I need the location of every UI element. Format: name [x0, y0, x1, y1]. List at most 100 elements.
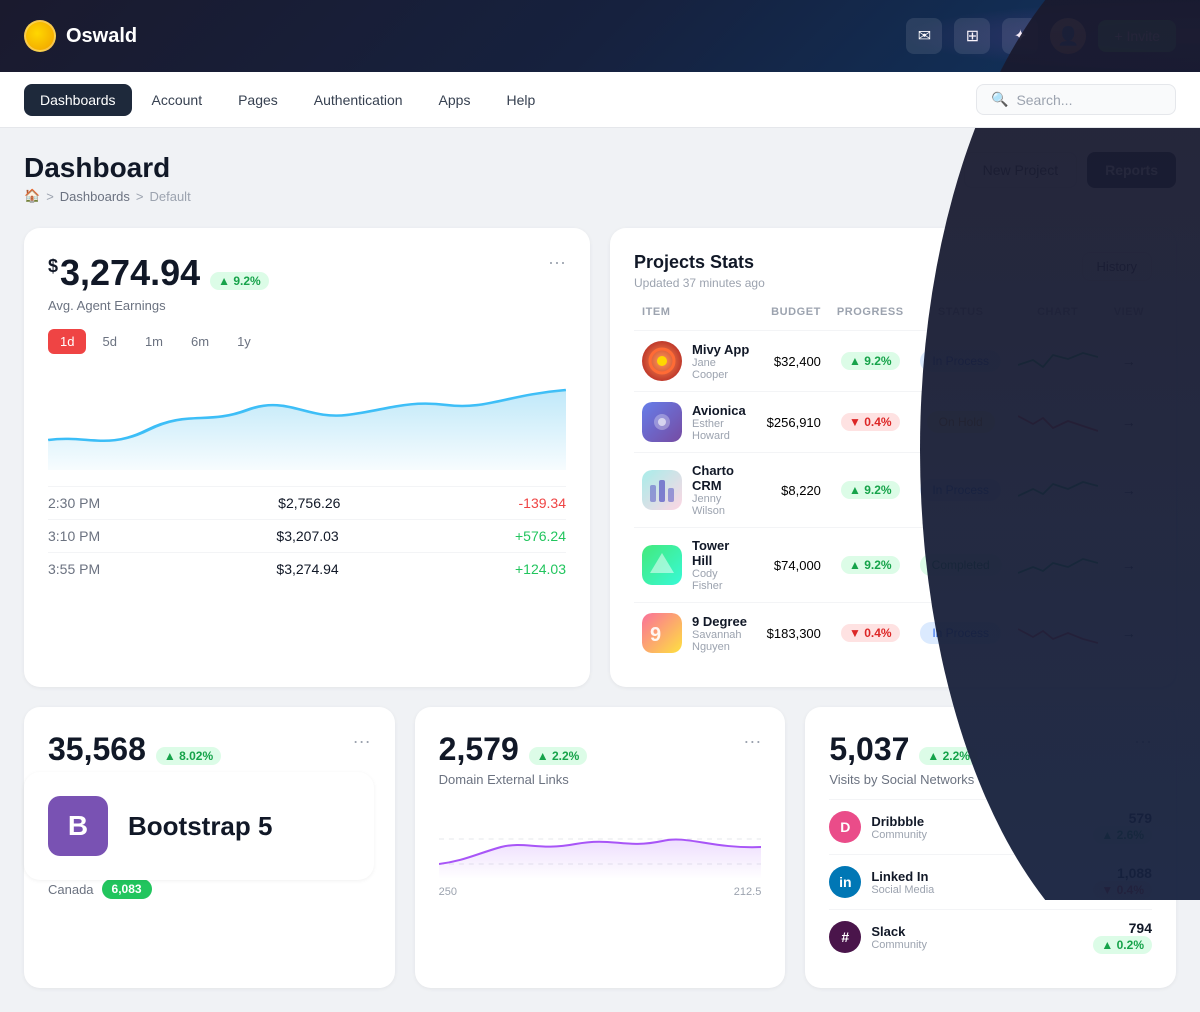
earnings-amount-2: $3,207.03 — [276, 528, 338, 544]
organic-menu[interactable]: ··· — [353, 731, 371, 752]
topbar-icon-grid[interactable]: ⊞ — [954, 18, 990, 54]
earnings-badge: ▲ 9.2% — [210, 272, 269, 290]
project-info-mivy: Mivy App Jane Cooper — [692, 342, 751, 381]
earnings-row-1: 2:30 PM $2,756.26 -139.34 — [48, 486, 566, 519]
dribbble-info: Dribbble Community — [871, 814, 1093, 841]
projects-card: Projects Stats Updated 37 minutes ago Hi… — [610, 228, 1176, 687]
social-badge: ▲ 2.2% — [919, 747, 978, 765]
earnings-table: 2:30 PM $2,756.26 -139.34 3:10 PM $3,207… — [48, 486, 566, 585]
social-number: 5,037 — [829, 731, 909, 768]
slack-count: 794 — [1093, 920, 1152, 936]
project-view-mivy[interactable]: → — [1106, 331, 1152, 392]
new-project-button[interactable]: New Project — [964, 152, 1077, 188]
bootstrap-letter: B — [68, 810, 88, 842]
project-status-charto: In Process — [912, 453, 1010, 528]
time-btn-1d[interactable]: 1d — [48, 329, 86, 354]
linkedin-badge: ▼ 0.4% — [1093, 881, 1152, 899]
domain-info: 2,579 ▲ 2.2% Domain External Links — [439, 731, 588, 787]
bootstrap-card: B Bootstrap 5 — [24, 772, 374, 880]
project-person-charto: Jenny Wilson — [692, 493, 751, 517]
projects-table-head: ITEM BUDGET PROGRESS STATUS CHART VIEW — [634, 306, 1152, 331]
social-info: 5,037 ▲ 2.2% Visits by Social Networks — [829, 731, 978, 787]
earnings-label: Avg. Agent Earnings — [48, 298, 269, 313]
topbar: Oswald ✉ ⊞ ✦ 👤 + Invite — [0, 0, 1200, 72]
project-view-tower[interactable]: → — [1106, 528, 1152, 603]
page-actions: New Project Reports — [964, 152, 1176, 188]
project-view-charto[interactable]: → — [1106, 453, 1152, 528]
earnings-menu[interactable]: ··· — [548, 252, 566, 273]
projects-table-header-row: ITEM BUDGET PROGRESS STATUS CHART VIEW — [634, 306, 1152, 331]
project-status-tower: Completed — [912, 528, 1010, 603]
project-info-charto: Charto CRM Jenny Wilson — [692, 463, 751, 517]
nav-item-pages[interactable]: Pages — [222, 84, 294, 116]
project-progress-charto: ▲ 9.2% — [829, 453, 912, 528]
nav-item-dashboards[interactable]: Dashboards — [24, 84, 132, 116]
chart-label-2125: 212.5 — [734, 886, 762, 898]
project-budget-charto: $8,220 — [759, 453, 829, 528]
project-budget-tower: $74,000 — [759, 528, 829, 603]
page-header: Dashboard 🏠 > Dashboards > Default New P… — [24, 152, 1176, 204]
project-chart-tower — [1010, 528, 1106, 603]
project-icon-9degree: 9 — [642, 613, 682, 653]
project-budget-mivy: $32,400 — [759, 331, 829, 392]
projects-title: Projects Stats — [634, 252, 765, 273]
dribbble-name: Dribbble — [871, 814, 1093, 829]
svg-text:9: 9 — [650, 624, 661, 646]
domain-menu[interactable]: ··· — [743, 731, 761, 752]
history-button[interactable]: History — [1082, 252, 1152, 281]
invite-button[interactable]: + Invite — [1098, 20, 1176, 52]
reports-button[interactable]: Reports — [1087, 152, 1176, 188]
linkedin-stats: 1,088 ▼ 0.4% — [1093, 865, 1152, 899]
slack-badge: ▲ 0.2% — [1093, 936, 1152, 954]
domain-links-card: 2,579 ▲ 2.2% Domain External Links ··· — [415, 707, 786, 988]
project-icon-tower — [642, 545, 682, 585]
topbar-icon-messages[interactable]: ✉ — [906, 18, 942, 54]
nav-item-apps[interactable]: Apps — [423, 84, 487, 116]
project-row-mivy: Mivy App Jane Cooper $32,400 ▲ 9.2% In P… — [634, 331, 1152, 392]
project-progress-tower: ▲ 9.2% — [829, 528, 912, 603]
project-icon-mivy — [642, 341, 682, 381]
project-row-9degree: 9 9 Degree Savannah Nguyen $183,300 ▼ 0.… — [634, 603, 1152, 664]
project-name-charto: Charto CRM — [692, 463, 751, 493]
linkedin-name: Linked In — [871, 869, 1093, 884]
project-item-tower: Tower Hill Cody Fisher — [634, 528, 759, 603]
bootstrap-text: Bootstrap 5 — [128, 811, 272, 842]
project-status-mivy: In Process — [912, 331, 1010, 392]
user-avatar[interactable]: 👤 — [1050, 18, 1086, 54]
breadcrumb-dashboards[interactable]: Dashboards — [60, 189, 130, 204]
projects-table: ITEM BUDGET PROGRESS STATUS CHART VIEW — [634, 306, 1152, 663]
nav-item-authentication[interactable]: Authentication — [298, 84, 419, 116]
organic-badge: ▲ 8.02% — [156, 747, 221, 765]
time-btn-1y[interactable]: 1y — [225, 329, 263, 354]
project-name-tower: Tower Hill — [692, 538, 751, 568]
social-label: Visits by Social Networks — [829, 772, 978, 787]
nav-item-help[interactable]: Help — [490, 84, 551, 116]
project-item-9degree: 9 9 Degree Savannah Nguyen — [634, 603, 759, 664]
topbar-icon-share[interactable]: ✦ — [1002, 18, 1038, 54]
project-row-avionica: Avionica Esther Howard $256,910 ▼ 0.4% O… — [634, 392, 1152, 453]
time-filter: 1d 5d 1m 6m 1y — [48, 329, 566, 354]
nav-item-account[interactable]: Account — [136, 84, 219, 116]
time-btn-5d[interactable]: 5d — [90, 329, 128, 354]
social-menu[interactable]: ··· — [1134, 731, 1152, 752]
chart-label-250: 250 — [439, 886, 457, 898]
top-row-grid: $3,274.94 ▲ 9.2% Avg. Agent Earnings ···… — [24, 228, 1176, 687]
search-input[interactable] — [1016, 92, 1161, 108]
social-row-linkedin: in Linked In Social Media 1,088 ▼ 0.4% — [829, 854, 1152, 909]
project-item-avionica: Avionica Esther Howard — [634, 392, 759, 453]
domain-chart: 250 212.5 — [439, 787, 762, 867]
earnings-row-3: 3:55 PM $3,274.94 +124.03 — [48, 552, 566, 585]
project-view-avionica[interactable]: → — [1106, 392, 1152, 453]
earnings-currency: $ — [48, 256, 58, 276]
domain-label: Domain External Links — [439, 772, 588, 787]
logo-icon — [24, 20, 56, 52]
project-view-9degree[interactable]: → — [1106, 603, 1152, 664]
dribbble-badge: ▲ 2.6% — [1093, 826, 1152, 844]
project-status-9degree: In Process — [912, 603, 1010, 664]
time-btn-1m[interactable]: 1m — [133, 329, 175, 354]
time-btn-6m[interactable]: 6m — [179, 329, 221, 354]
project-person-9degree: Savannah Nguyen — [692, 629, 751, 653]
domain-badge: ▲ 2.2% — [529, 747, 588, 765]
earnings-amount-1: $2,756.26 — [278, 495, 340, 511]
logo-wrap: Oswald — [24, 20, 906, 52]
